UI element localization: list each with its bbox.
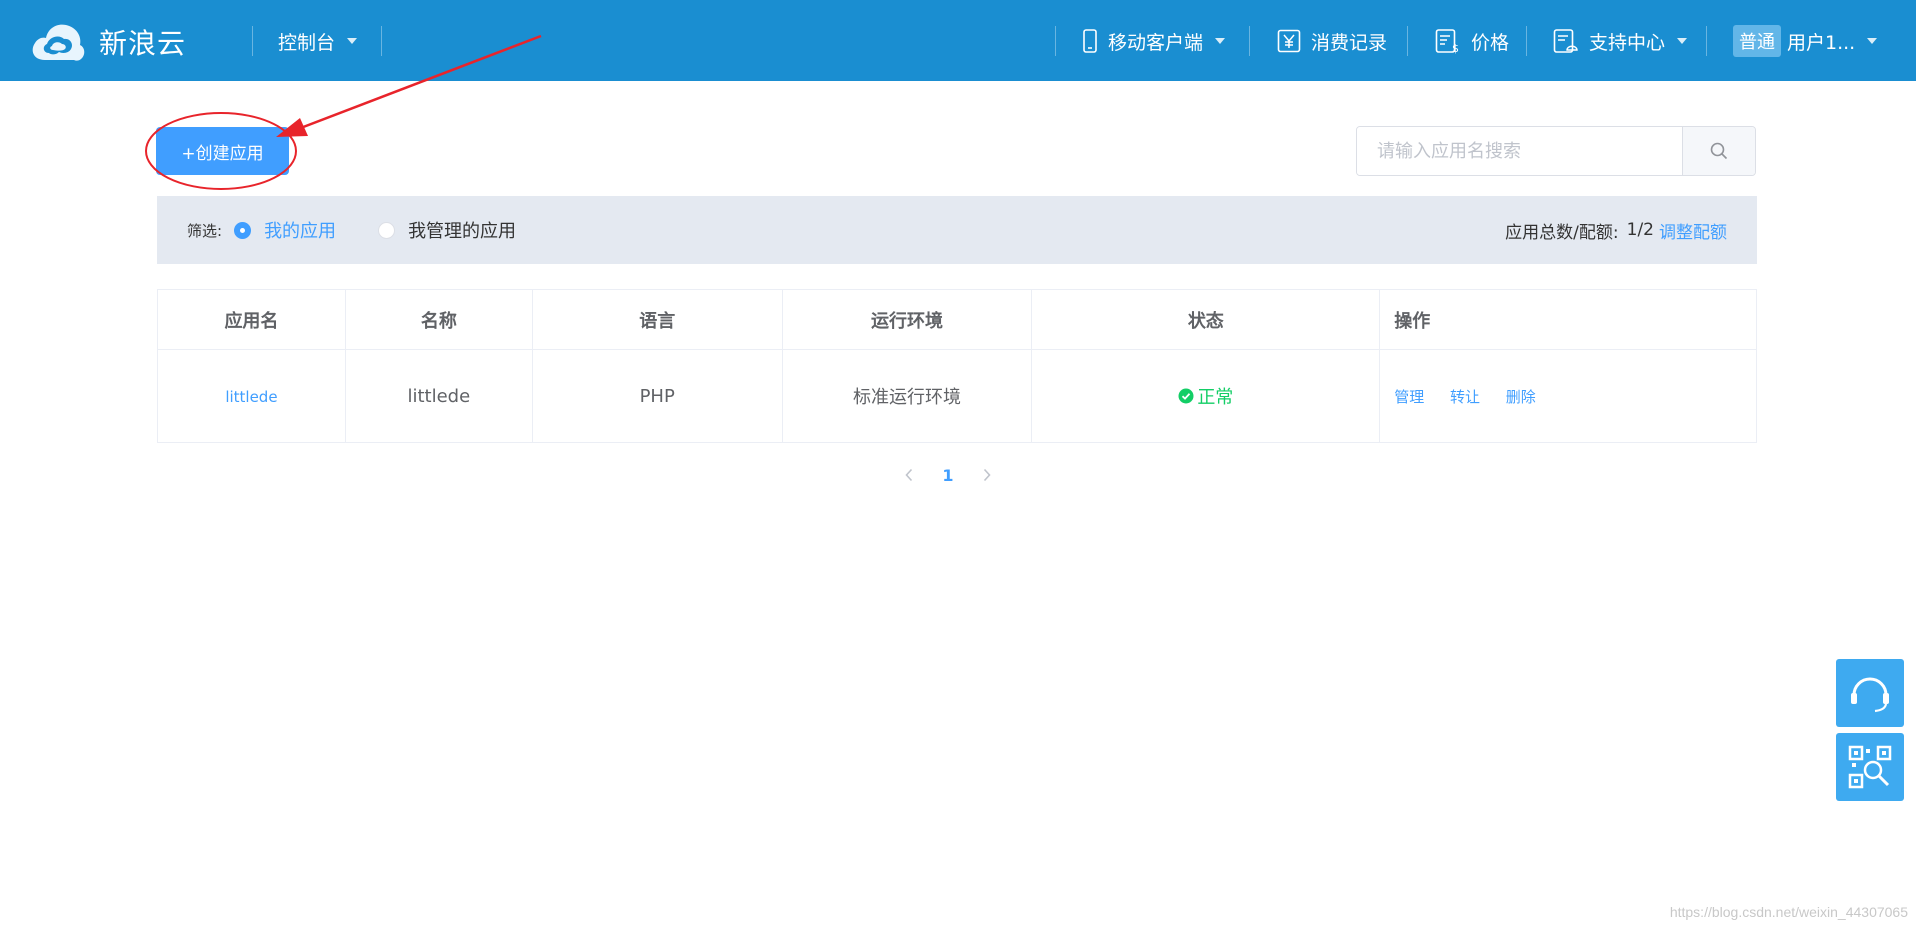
filter-option-managed-apps[interactable]: 我管理的应用 <box>378 217 516 243</box>
svg-text:$: $ <box>1452 42 1459 54</box>
header-divider <box>1249 26 1250 56</box>
app-name-link[interactable]: littlede <box>225 388 277 406</box>
create-app-button[interactable]: +创建应用 <box>156 127 289 175</box>
column-header: 应用名 <box>158 290 346 350</box>
console-label: 控制台 <box>278 28 335 55</box>
chevron-right-icon <box>982 468 992 482</box>
pagination: 1 <box>894 460 1002 490</box>
chevron-down-icon <box>1677 38 1687 44</box>
chevron-down-icon <box>1867 38 1877 44</box>
column-header: 名称 <box>345 290 532 350</box>
console-menu[interactable]: 控制台 <box>278 24 357 58</box>
search-button[interactable] <box>1682 127 1755 175</box>
price-link[interactable]: $ 价格 <box>1435 24 1509 58</box>
header-divider <box>1407 26 1408 56</box>
header-divider <box>381 26 382 56</box>
support-center-menu[interactable]: 支持中心 <box>1553 24 1687 58</box>
quota-label: 应用总数/配额: <box>1505 218 1618 243</box>
apps-table: 应用名 名称 语言 运行环境 状态 操作 littlede littlede P… <box>157 289 1757 443</box>
search-icon <box>1709 141 1729 161</box>
support-document-icon <box>1553 28 1579 54</box>
chevron-down-icon <box>1215 38 1225 44</box>
user-level-badge: 普通 <box>1733 25 1781 57</box>
cell-language: PHP <box>532 350 782 443</box>
billing-label: 消费记录 <box>1311 28 1387 55</box>
filter-label: 筛选: <box>187 220 222 241</box>
column-header: 状态 <box>1032 290 1380 350</box>
prev-page-button[interactable] <box>894 460 924 490</box>
filter-option-label: 我的应用 <box>264 217 336 243</box>
cell-name: littlede <box>345 350 532 443</box>
brand-logo[interactable]: 新浪云 <box>29 20 186 64</box>
table-header-row: 应用名 名称 语言 运行环境 状态 操作 <box>158 290 1757 350</box>
adjust-quota-link[interactable]: 调整配额 <box>1659 218 1727 243</box>
table-row: littlede littlede PHP 标准运行环境 正常 管理 转让 删除 <box>158 350 1757 443</box>
radio-unselected-icon <box>378 222 395 239</box>
cell-env: 标准运行环境 <box>782 350 1032 443</box>
page-number[interactable]: 1 <box>928 460 968 490</box>
cell-app: littlede <box>158 350 346 443</box>
header-divider <box>252 26 253 56</box>
app-search-input[interactable] <box>1357 127 1682 175</box>
yen-receipt-icon <box>1277 29 1301 53</box>
customer-service-button[interactable] <box>1836 659 1904 727</box>
cell-actions: 管理 转让 删除 <box>1380 350 1757 443</box>
column-header: 运行环境 <box>782 290 1032 350</box>
price-label: 价格 <box>1471 28 1509 55</box>
qr-scan-icon <box>1846 743 1894 791</box>
header-divider <box>1055 26 1056 56</box>
next-page-button[interactable] <box>972 460 1002 490</box>
mobile-client-label: 移动客户端 <box>1108 28 1203 55</box>
headset-icon <box>1845 668 1895 718</box>
app-page: 新浪云 控制台 移动客户端 消费记录 $ 价格 支持中心 <box>0 0 1916 931</box>
watermark-text: https://blog.csdn.net/weixin_44307065 <box>1670 904 1908 920</box>
radio-selected-icon <box>234 222 251 239</box>
cloud-logo-icon <box>29 20 87 64</box>
billing-link[interactable]: 消费记录 <box>1277 24 1387 58</box>
qr-code-button[interactable] <box>1836 733 1904 801</box>
filter-option-label: 我管理的应用 <box>408 217 516 243</box>
chevron-left-icon <box>904 468 914 482</box>
check-circle-icon <box>1178 388 1194 404</box>
support-center-label: 支持中心 <box>1589 28 1665 55</box>
app-search-box <box>1356 126 1756 176</box>
transfer-link[interactable]: 转让 <box>1450 388 1480 406</box>
manage-link[interactable]: 管理 <box>1394 388 1424 406</box>
price-document-icon: $ <box>1435 28 1461 54</box>
column-header: 语言 <box>532 290 782 350</box>
user-name: 用户1... <box>1787 28 1855 55</box>
quota-value: 1/2 <box>1627 220 1654 240</box>
filter-bar: 筛选: 我的应用 我管理的应用 应用总数/配额: 1/2 调整配额 <box>157 196 1757 264</box>
cell-status: 正常 <box>1032 350 1380 443</box>
header-divider <box>1526 26 1527 56</box>
filter-option-my-apps[interactable]: 我的应用 <box>234 217 336 243</box>
chevron-down-icon <box>347 38 357 44</box>
header-divider <box>1706 26 1707 56</box>
status-badge: 正常 <box>1178 383 1233 409</box>
mobile-client-menu[interactable]: 移动客户端 <box>1082 24 1225 58</box>
quota-info: 应用总数/配额: 1/2 调整配额 <box>1505 196 1727 264</box>
delete-link[interactable]: 删除 <box>1506 388 1536 406</box>
mobile-phone-icon <box>1082 29 1098 53</box>
top-navbar: 新浪云 控制台 移动客户端 消费记录 $ 价格 支持中心 <box>0 0 1916 81</box>
user-menu[interactable]: 普通 用户1... <box>1733 24 1877 58</box>
column-header: 操作 <box>1380 290 1757 350</box>
brand-name: 新浪云 <box>99 22 186 62</box>
status-text: 正常 <box>1197 383 1233 409</box>
